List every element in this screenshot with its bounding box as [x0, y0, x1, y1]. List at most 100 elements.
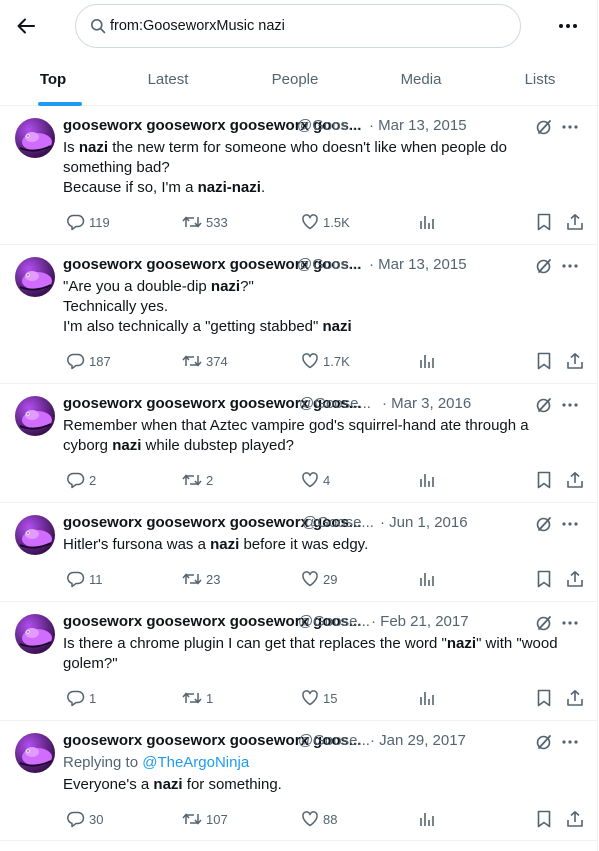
tweet-more-icon[interactable] — [560, 117, 580, 137]
replies-count: 119 — [89, 214, 110, 230]
grok-icon[interactable] — [534, 395, 554, 415]
tweet-text: Hitler's fursona was a nazi before it wa… — [63, 535, 578, 555]
tweet-header: gooseworx gooseworx gooseworx goos... @Go… — [63, 514, 583, 534]
tweet[interactable]: gooseworx gooseworx gooseworx goos... @Go… — [0, 245, 597, 384]
tweet[interactable]: gooseworx gooseworx gooseworx goos... @Go… — [0, 602, 597, 721]
tab-media[interactable]: Media — [384, 53, 458, 105]
bookmark-button[interactable] — [532, 809, 552, 829]
tweet-more-icon[interactable] — [560, 395, 580, 415]
text-segment: Everyone's a — [63, 776, 154, 793]
search-input[interactable] — [110, 18, 490, 34]
share-button[interactable] — [562, 212, 584, 232]
share-button[interactable] — [562, 470, 584, 490]
like-button[interactable]: 1.5K — [297, 212, 350, 232]
repost-button[interactable]: 2 — [178, 470, 213, 490]
tweet-text-line: something bad? — [63, 158, 578, 178]
likes-count: 4 — [323, 472, 331, 488]
tab-people[interactable]: People — [257, 53, 333, 105]
tweet-date[interactable]: · Mar 13, 2015 — [369, 117, 467, 134]
tweet-date[interactable]: · Mar 3, 2016 — [382, 395, 471, 412]
avatar[interactable] — [15, 614, 55, 654]
avatar[interactable] — [15, 118, 55, 158]
tweet[interactable]: gooseworx gooseworx gooseworx goos... @Go… — [0, 721, 597, 841]
views-button[interactable] — [415, 212, 435, 232]
grok-icon[interactable] — [534, 514, 554, 534]
like-button[interactable]: 29 — [297, 569, 337, 589]
tweet-date[interactable]: · Jan 29, 2017 — [370, 732, 466, 749]
reply-button[interactable]: 30 — [63, 809, 103, 829]
user-handle[interactable]: @Goos... — [297, 256, 361, 273]
reply-button[interactable]: 119 — [63, 212, 110, 232]
repost-button[interactable]: 533 — [178, 212, 228, 232]
tweet[interactable]: gooseworx gooseworx gooseworx goos... @Go… — [0, 503, 597, 602]
views-button[interactable] — [415, 809, 435, 829]
grok-icon[interactable] — [534, 256, 554, 276]
user-handle[interactable]: @Goose... — [298, 732, 370, 749]
likes-count: 15 — [323, 690, 338, 706]
bookmark-button[interactable] — [532, 470, 552, 490]
tweet-more-icon[interactable] — [560, 732, 580, 752]
reply-button[interactable]: 187 — [63, 351, 111, 371]
avatar[interactable] — [15, 515, 55, 555]
text-segment: I'm also technically a "getting stabbed" — [63, 318, 323, 335]
reply-button[interactable]: 1 — [63, 688, 96, 708]
bookmark-button[interactable] — [532, 351, 552, 371]
repost-button[interactable]: 374 — [178, 351, 228, 371]
repost-button[interactable]: 1 — [178, 688, 213, 708]
tweet-date[interactable]: · Jun 1, 2016 — [380, 514, 468, 531]
search-icon — [90, 18, 106, 34]
share-icon — [566, 471, 584, 489]
avatar[interactable] — [15, 257, 55, 297]
share-button[interactable] — [562, 809, 584, 829]
share-icon — [566, 810, 584, 828]
reply-icon — [67, 810, 85, 828]
tab-lists[interactable]: Lists — [510, 53, 570, 105]
tab-latest[interactable]: Latest — [130, 53, 206, 105]
tweet[interactable]: gooseworx gooseworx gooseworx goos... @Go… — [0, 106, 597, 245]
tweet-date[interactable]: · Feb 21, 2017 — [371, 613, 469, 630]
share-button[interactable] — [562, 351, 584, 371]
tweet-more-icon[interactable] — [560, 514, 580, 534]
views-button[interactable] — [415, 470, 435, 490]
like-button[interactable]: 1.7K — [297, 351, 350, 371]
repost-button[interactable]: 23 — [178, 569, 220, 589]
text-segment: Is — [63, 139, 79, 156]
more-options-icon[interactable] — [556, 14, 580, 38]
tweet-more-icon[interactable] — [560, 256, 580, 276]
grok-icon[interactable] — [534, 117, 554, 137]
user-handle[interactable]: @Goos... — [297, 117, 361, 134]
bookmark-button[interactable] — [532, 688, 552, 708]
analytics-icon — [419, 571, 435, 587]
like-button[interactable]: 15 — [297, 688, 337, 708]
reply-mention-link[interactable]: @TheArgoNinja — [142, 754, 249, 771]
views-button[interactable] — [415, 688, 435, 708]
bookmark-button[interactable] — [532, 212, 552, 232]
tweet-more-icon[interactable] — [560, 613, 580, 633]
text-segment: golem?" — [63, 655, 118, 672]
search-box[interactable] — [75, 4, 521, 48]
like-button[interactable]: 4 — [297, 470, 330, 490]
reply-button[interactable]: 11 — [63, 569, 103, 589]
share-button[interactable] — [562, 688, 584, 708]
grok-icon[interactable] — [534, 613, 554, 633]
back-arrow-icon[interactable] — [14, 14, 38, 38]
reply-button[interactable]: 2 — [63, 470, 96, 490]
share-button[interactable] — [562, 569, 584, 589]
analytics-icon — [419, 472, 435, 488]
text-segment: for something. — [182, 776, 282, 793]
user-handle[interactable]: @Goose... — [302, 514, 374, 531]
views-button[interactable] — [415, 351, 435, 371]
tweet-date[interactable]: · Mar 13, 2015 — [369, 256, 467, 273]
bookmark-button[interactable] — [532, 569, 552, 589]
grok-icon[interactable] — [534, 732, 554, 752]
user-handle[interactable]: @Goose... — [299, 395, 371, 412]
avatar[interactable] — [15, 396, 55, 436]
repost-button[interactable]: 107 — [178, 809, 228, 829]
like-button[interactable]: 88 — [297, 809, 337, 829]
tweet[interactable]: gooseworx gooseworx gooseworx goos... @Go… — [0, 384, 597, 503]
views-button[interactable] — [415, 569, 435, 589]
avatar[interactable] — [15, 733, 55, 773]
tab-top[interactable]: Top — [28, 53, 78, 105]
text-segment: Because if so, I'm a — [63, 179, 198, 196]
user-handle[interactable]: @Goose... — [298, 613, 370, 630]
